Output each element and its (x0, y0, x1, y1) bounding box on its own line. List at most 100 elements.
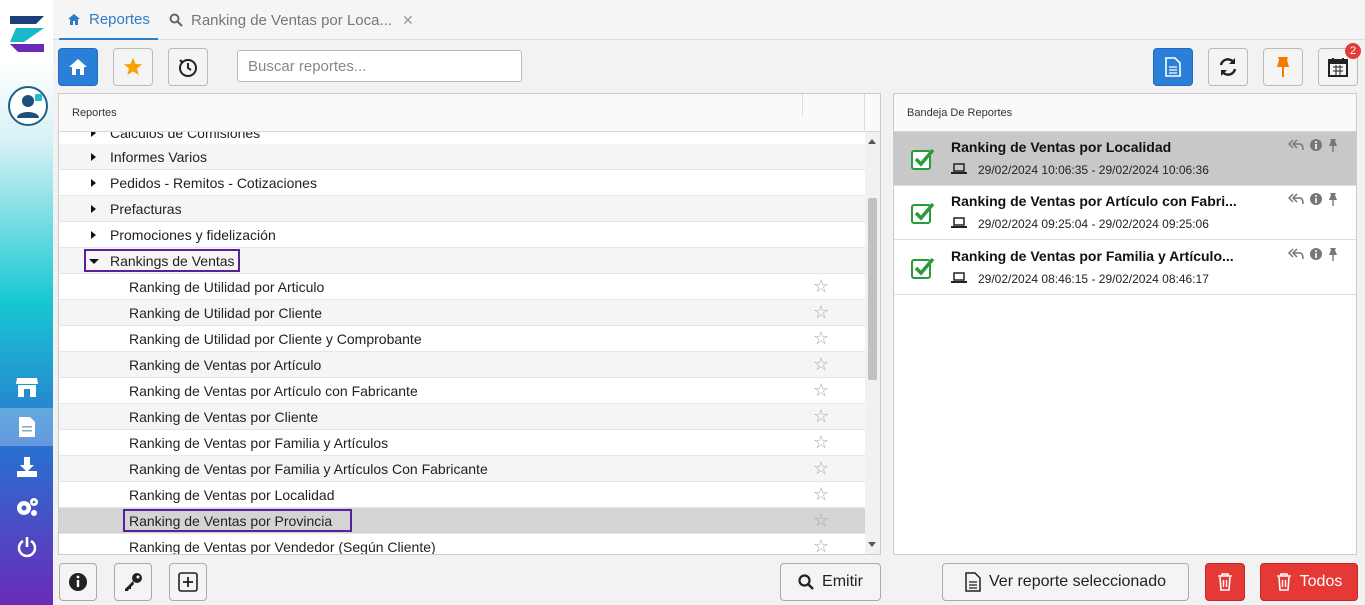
search-input[interactable] (237, 50, 522, 82)
scroll-thumb[interactable] (868, 198, 877, 380)
tray-header-label: Bandeja De Reportes (907, 106, 1013, 119)
favorites-button[interactable] (113, 48, 153, 86)
report-row[interactable]: Ranking de Ventas por Artículo ☆ (59, 352, 865, 378)
tray-header: Bandeja De Reportes (894, 94, 1356, 132)
plus-square-icon (178, 572, 198, 592)
info-icon[interactable] (1310, 193, 1322, 205)
power-icon[interactable] (0, 528, 53, 566)
tree-folder[interactable]: Informes Varios (59, 144, 865, 170)
key-icon (125, 573, 142, 591)
reply-all-icon[interactable] (1288, 248, 1304, 260)
scroll-up-icon[interactable] (868, 139, 876, 144)
tab-bar: Reportes Ranking de Ventas por Loca... ✕ (53, 0, 1365, 40)
star-icon[interactable]: ☆ (813, 510, 829, 531)
laptop-icon (951, 272, 967, 283)
home-icon (68, 13, 80, 25)
report-row[interactable]: Ranking de Ventas por Artículo con Fabri… (59, 378, 865, 404)
tab-ranking-ventas[interactable]: Ranking de Ventas por Loca... ✕ (169, 0, 414, 40)
star-icon[interactable]: ☆ (813, 328, 829, 349)
document-icon (965, 572, 981, 592)
ver-reporte-label: Ver reporte seleccionado (989, 573, 1166, 590)
tree-folder[interactable]: Prefacturas (59, 196, 865, 222)
calendar-button[interactable]: 2 (1318, 43, 1361, 86)
refresh-icon (1219, 58, 1237, 76)
checkbox-checked-icon (911, 257, 935, 279)
report-row[interactable]: Ranking de Utilidad por Articulo ☆ (59, 274, 865, 300)
todos-label: Todos (1299, 573, 1343, 590)
star-icon[interactable]: ☆ (813, 380, 829, 401)
report-row[interactable]: Ranking de Ventas por Cliente ☆ (59, 404, 865, 430)
home-icon (69, 59, 87, 75)
checkbox-checked-icon (911, 148, 935, 170)
star-icon[interactable]: ☆ (813, 484, 829, 505)
star-icon[interactable]: ☆ (813, 276, 829, 297)
history-icon (179, 59, 197, 77)
pin-icon[interactable] (1328, 247, 1338, 261)
tray-item-dates: 29/02/2024 08:46:15 - 29/02/2024 08:46:1… (978, 272, 1209, 286)
report-row[interactable]: Ranking de Utilidad por Cliente ☆ (59, 300, 865, 326)
star-icon[interactable]: ☆ (813, 302, 829, 323)
tray-item[interactable]: Ranking de Ventas por Localidad 29/02/20… (894, 132, 1356, 186)
star-icon[interactable]: ☆ (813, 354, 829, 375)
tray-item[interactable]: Ranking de Ventas por Artículo con Fabri… (894, 186, 1356, 240)
delete-all-button[interactable]: Todos (1260, 563, 1358, 601)
tree-folder[interactable]: Pedidos - Remitos - Cotizaciones (59, 170, 865, 196)
reports-tree: Calculos de Comisiones Informes Varios P… (59, 132, 865, 554)
add-button[interactable] (169, 563, 207, 601)
laptop-icon (951, 217, 967, 228)
report-row[interactable]: Ranking de Utilidad por Cliente y Compro… (59, 326, 865, 352)
report-row[interactable]: Ranking de Ventas por Familia y Artículo… (59, 430, 865, 456)
reports-icon[interactable] (0, 408, 53, 446)
history-button[interactable] (168, 48, 208, 86)
info-button[interactable] (59, 563, 97, 601)
store-icon[interactable] (0, 368, 53, 406)
pin-icon (1277, 57, 1289, 77)
emitir-button[interactable]: Emitir (780, 563, 881, 601)
tray-item-title: Ranking de Ventas por Familia y Artículo… (951, 248, 1234, 264)
home-button[interactable] (58, 48, 98, 86)
reply-all-icon[interactable] (1288, 139, 1304, 151)
info-icon[interactable] (1310, 248, 1322, 260)
pin-icon[interactable] (1328, 192, 1338, 206)
scroll-down-icon[interactable] (868, 542, 876, 547)
key-button[interactable] (114, 563, 152, 601)
user-avatar[interactable] (8, 86, 48, 126)
download-icon[interactable] (0, 448, 53, 486)
refresh-button[interactable] (1208, 48, 1248, 86)
tab-reportes[interactable]: Reportes (59, 0, 158, 40)
tray-item-dates: 29/02/2024 09:25:04 - 29/02/2024 09:25:0… (978, 217, 1209, 231)
tab-label: Reportes (89, 10, 150, 28)
report-row[interactable]: Ranking de Ventas por Vendedor (Según Cl… (59, 534, 865, 554)
star-icon (124, 58, 142, 75)
trash-icon (1218, 573, 1232, 591)
tree-header: Reportes (59, 94, 880, 132)
report-row[interactable]: Ranking de Ventas por Localidad ☆ (59, 482, 865, 508)
scrollbar[interactable] (865, 132, 880, 554)
search-icon (169, 13, 183, 27)
star-icon[interactable]: ☆ (813, 406, 829, 427)
star-icon[interactable]: ☆ (813, 536, 829, 554)
document-icon (1165, 57, 1181, 77)
tray-item-title: Ranking de Ventas por Artículo con Fabri… (951, 193, 1237, 209)
close-icon[interactable]: ✕ (402, 12, 414, 29)
star-icon[interactable]: ☆ (813, 432, 829, 453)
pin-icon[interactable] (1328, 138, 1338, 152)
report-row[interactable]: Ranking de Ventas por Familia y Artículo… (59, 456, 865, 482)
app-logo (6, 12, 48, 56)
settings-icon[interactable] (0, 488, 53, 526)
tray-item[interactable]: Ranking de Ventas por Familia y Artículo… (894, 241, 1356, 295)
info-icon[interactable] (1310, 139, 1322, 151)
delete-button[interactable] (1205, 563, 1245, 601)
pin-button[interactable] (1263, 48, 1303, 86)
notification-badge: 2 (1345, 43, 1361, 59)
tray-item-dates: 29/02/2024 10:06:35 - 29/02/2024 10:06:3… (978, 163, 1209, 177)
emitir-label: Emitir (822, 573, 863, 590)
laptop-icon (951, 163, 967, 174)
info-icon (69, 573, 87, 591)
tree-folder[interactable]: Promociones y fidelización (59, 222, 865, 248)
reports-view-button[interactable] (1153, 48, 1193, 86)
ver-reporte-button[interactable]: Ver reporte seleccionado (942, 563, 1189, 601)
tree-header-label: Reportes (72, 106, 117, 119)
reply-all-icon[interactable] (1288, 193, 1304, 205)
star-icon[interactable]: ☆ (813, 458, 829, 479)
